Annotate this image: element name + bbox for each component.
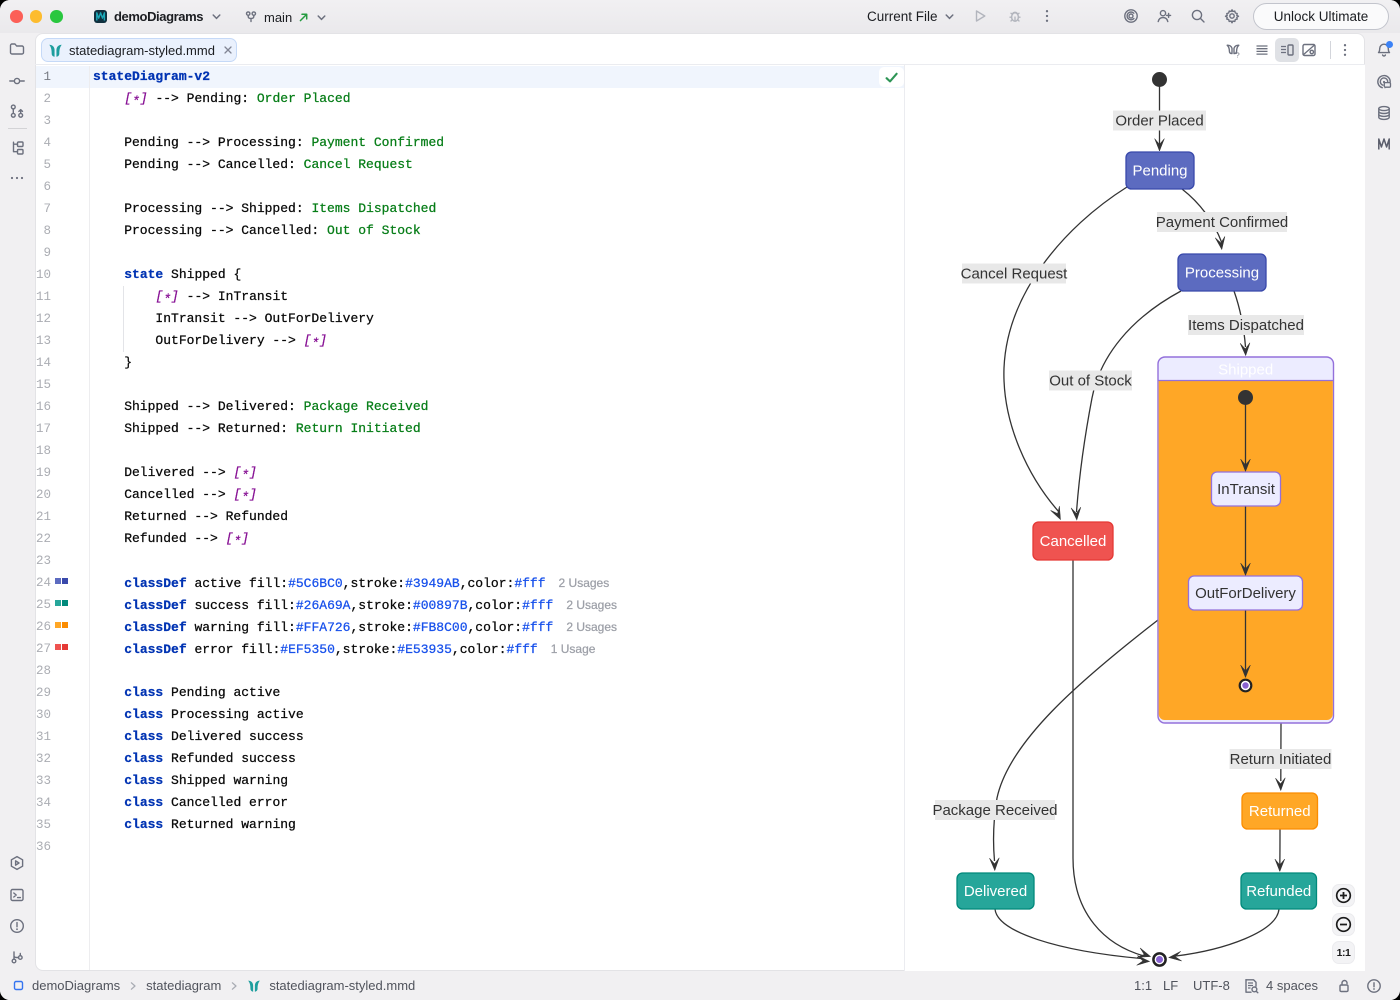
svg-text:Shipped: Shipped xyxy=(1218,362,1273,379)
svg-text:Order Placed: Order Placed xyxy=(1115,113,1203,130)
svg-text:?: ? xyxy=(1236,53,1240,59)
svg-text:Out of Stock: Out of Stock xyxy=(1049,373,1132,390)
svg-text:OutForDelivery: OutForDelivery xyxy=(1195,585,1296,602)
svg-text:Package Received: Package Received xyxy=(932,802,1057,819)
svg-text:Items Dispatched: Items Dispatched xyxy=(1188,317,1304,334)
svg-text:Cancelled: Cancelled xyxy=(1040,533,1107,550)
svg-text:Delivered: Delivered xyxy=(964,883,1027,900)
svg-text:Processing: Processing xyxy=(1185,265,1259,282)
svg-text:Payment Confirmed: Payment Confirmed xyxy=(1156,214,1289,231)
svg-text:InTransit: InTransit xyxy=(1217,481,1276,498)
svg-text:Pending: Pending xyxy=(1132,163,1187,180)
svg-text:Cancel Request: Cancel Request xyxy=(961,266,1069,283)
svg-text:Refunded: Refunded xyxy=(1246,883,1311,900)
svg-text:Returned: Returned xyxy=(1249,803,1311,820)
svg-text:Return Initiated: Return Initiated xyxy=(1230,751,1332,768)
